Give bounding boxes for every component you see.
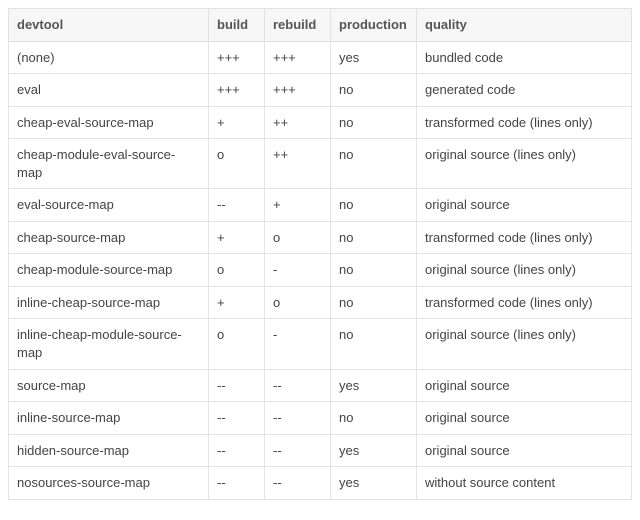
cell-production: no <box>331 286 417 319</box>
header-row: devtool build rebuild production quality <box>9 9 632 42</box>
cell-production: yes <box>331 369 417 402</box>
cell-rebuild: ++ <box>265 106 331 139</box>
table-row: cheap-source-map+onotransformed code (li… <box>9 221 632 254</box>
cell-production: yes <box>331 41 417 74</box>
cell-devtool: nosources-source-map <box>9 467 209 500</box>
table-row: inline-source-map----nooriginal source <box>9 402 632 435</box>
cell-production: no <box>331 319 417 369</box>
cell-build: -- <box>209 402 265 435</box>
cell-devtool: (none) <box>9 41 209 74</box>
cell-rebuild: o <box>265 221 331 254</box>
cell-build: +++ <box>209 74 265 107</box>
table-row: nosources-source-map----yeswithout sourc… <box>9 467 632 500</box>
cell-production: no <box>331 106 417 139</box>
devtool-table: devtool build rebuild production quality… <box>8 8 632 500</box>
cell-quality: transformed code (lines only) <box>417 221 632 254</box>
cell-quality: original source <box>417 369 632 402</box>
table-row: inline-cheap-source-map+onotransformed c… <box>9 286 632 319</box>
header-production: production <box>331 9 417 42</box>
header-build: build <box>209 9 265 42</box>
cell-quality: bundled code <box>417 41 632 74</box>
cell-rebuild: +++ <box>265 74 331 107</box>
cell-devtool: eval <box>9 74 209 107</box>
cell-production: yes <box>331 467 417 500</box>
cell-rebuild: -- <box>265 467 331 500</box>
table-row: eval++++++nogenerated code <box>9 74 632 107</box>
cell-devtool: hidden-source-map <box>9 434 209 467</box>
table-row: cheap-eval-source-map+++notransformed co… <box>9 106 632 139</box>
cell-devtool: inline-source-map <box>9 402 209 435</box>
table-row: cheap-module-source-mapo-nooriginal sour… <box>9 254 632 287</box>
header-quality: quality <box>417 9 632 42</box>
table-body: (none)++++++yesbundled codeeval++++++nog… <box>9 41 632 499</box>
cell-devtool: cheap-source-map <box>9 221 209 254</box>
cell-build: -- <box>209 369 265 402</box>
cell-quality: generated code <box>417 74 632 107</box>
table-row: eval-source-map--+nooriginal source <box>9 189 632 222</box>
header-rebuild: rebuild <box>265 9 331 42</box>
cell-rebuild: -- <box>265 369 331 402</box>
cell-quality: transformed code (lines only) <box>417 286 632 319</box>
cell-production: no <box>331 74 417 107</box>
cell-build: + <box>209 221 265 254</box>
cell-production: no <box>331 221 417 254</box>
cell-devtool: cheap-eval-source-map <box>9 106 209 139</box>
cell-quality: without source content <box>417 467 632 500</box>
cell-production: no <box>331 402 417 435</box>
table-row: hidden-source-map----yesoriginal source <box>9 434 632 467</box>
cell-build: o <box>209 319 265 369</box>
cell-rebuild: - <box>265 319 331 369</box>
cell-build: -- <box>209 467 265 500</box>
cell-rebuild: ++ <box>265 139 331 189</box>
cell-rebuild: o <box>265 286 331 319</box>
cell-devtool: source-map <box>9 369 209 402</box>
cell-build: + <box>209 286 265 319</box>
cell-production: no <box>331 189 417 222</box>
cell-quality: original source (lines only) <box>417 139 632 189</box>
cell-production: no <box>331 254 417 287</box>
cell-quality: original source <box>417 402 632 435</box>
cell-build: -- <box>209 434 265 467</box>
cell-devtool: cheap-module-eval-source-map <box>9 139 209 189</box>
cell-quality: original source <box>417 434 632 467</box>
cell-rebuild: +++ <box>265 41 331 74</box>
cell-production: no <box>331 139 417 189</box>
cell-build: o <box>209 139 265 189</box>
cell-devtool: cheap-module-source-map <box>9 254 209 287</box>
cell-rebuild: + <box>265 189 331 222</box>
cell-devtool: inline-cheap-module-source-map <box>9 319 209 369</box>
cell-quality: original source (lines only) <box>417 319 632 369</box>
cell-rebuild: - <box>265 254 331 287</box>
cell-build: o <box>209 254 265 287</box>
cell-devtool: inline-cheap-source-map <box>9 286 209 319</box>
cell-quality: transformed code (lines only) <box>417 106 632 139</box>
cell-production: yes <box>331 434 417 467</box>
table-row: (none)++++++yesbundled code <box>9 41 632 74</box>
table-row: source-map----yesoriginal source <box>9 369 632 402</box>
table-row: cheap-module-eval-source-mapo++noorigina… <box>9 139 632 189</box>
cell-build: +++ <box>209 41 265 74</box>
table-row: inline-cheap-module-source-mapo-noorigin… <box>9 319 632 369</box>
cell-build: -- <box>209 189 265 222</box>
cell-build: + <box>209 106 265 139</box>
cell-rebuild: -- <box>265 402 331 435</box>
cell-quality: original source (lines only) <box>417 254 632 287</box>
cell-quality: original source <box>417 189 632 222</box>
cell-devtool: eval-source-map <box>9 189 209 222</box>
header-devtool: devtool <box>9 9 209 42</box>
cell-rebuild: -- <box>265 434 331 467</box>
